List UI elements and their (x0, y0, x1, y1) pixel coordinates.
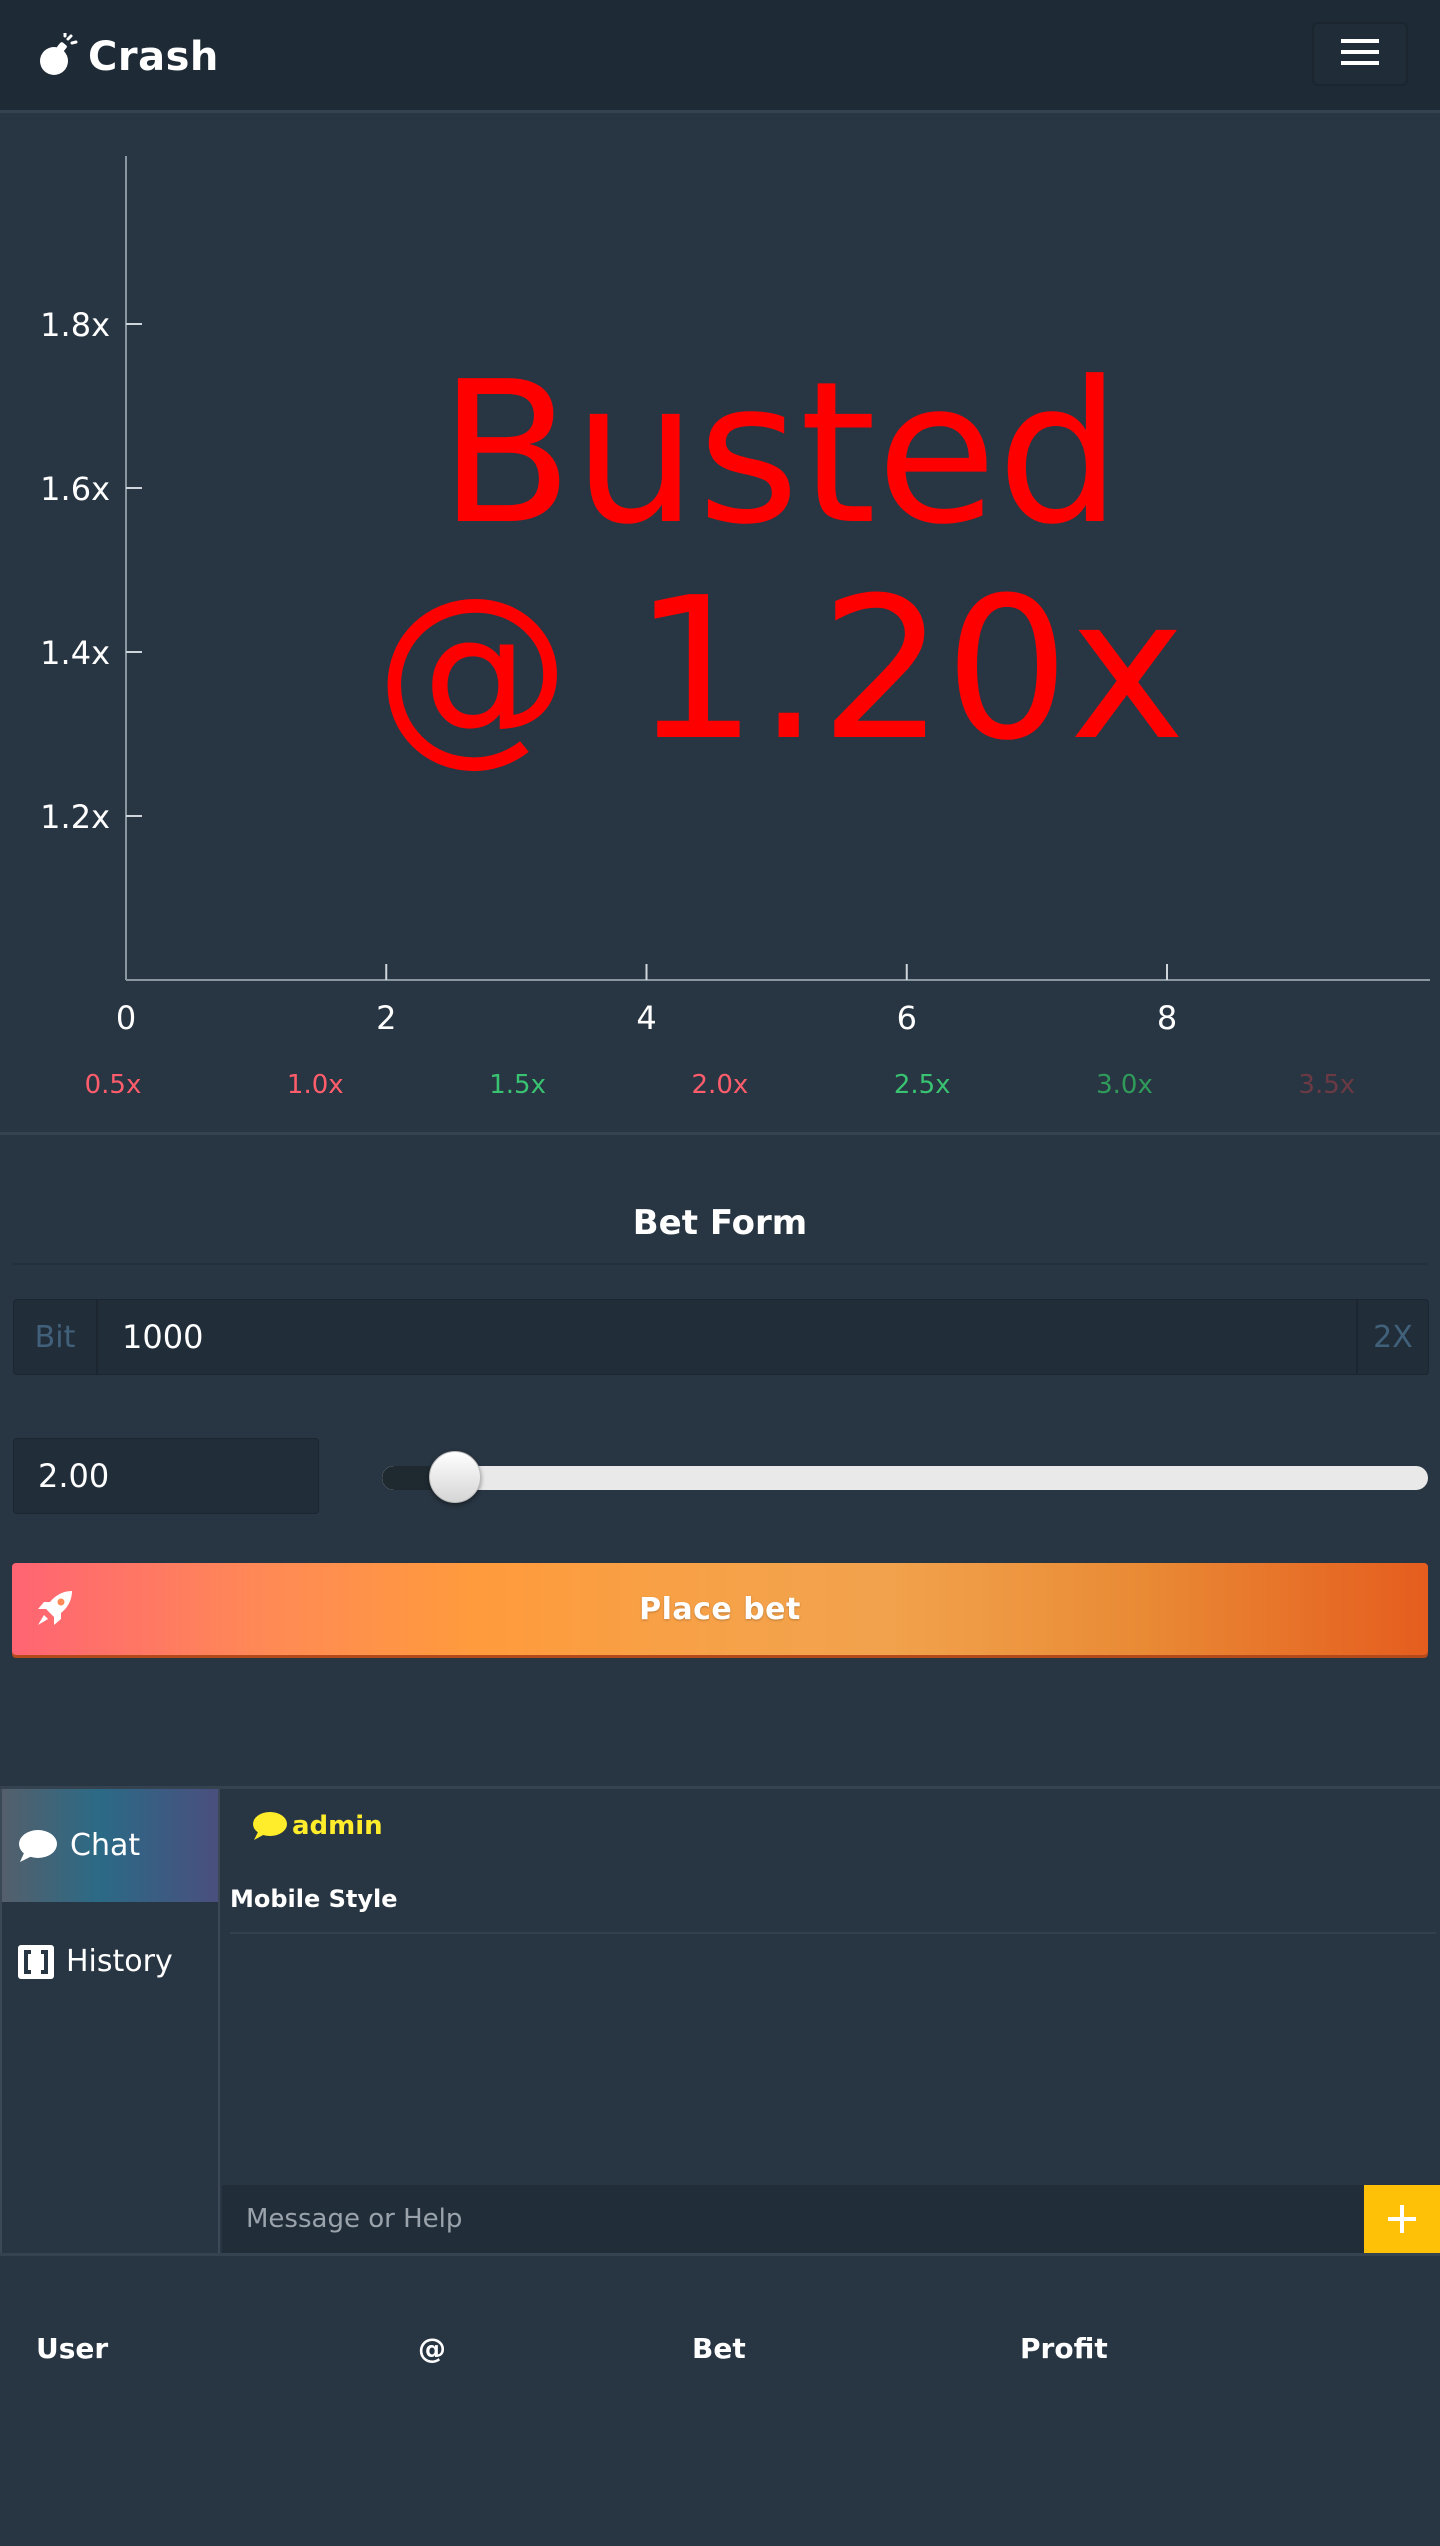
hamburger-menu-icon (1341, 38, 1379, 70)
busted-multiplier-text: @ 1.20x (375, 556, 1186, 784)
chat-username: admin (292, 1811, 383, 1841)
auto-cashout-input[interactable] (13, 1438, 319, 1514)
divider (0, 1132, 1440, 1135)
chat-bubble-icon (18, 1829, 58, 1863)
currency-label: Bit (14, 1300, 98, 1374)
column-header-profit: Profit (1020, 2332, 1108, 2365)
bet-amount-group: Bit 2X (13, 1299, 1429, 1375)
multiplier-slider-track[interactable] (382, 1466, 1428, 1490)
crash-chart: 1.8x 1.6x 1.4x 1.2x 0 2 4 6 8 Busted@ 1.20x (40, 156, 1430, 1037)
legend-item: 0.5x (84, 1070, 142, 1100)
plus-icon (1386, 2203, 1418, 2235)
legend-item: 3.0x (1096, 1070, 1153, 1100)
bet-form-title: Bet Form (13, 1183, 1427, 1265)
x-tick-label: 2 (376, 999, 396, 1037)
message-divider (230, 1932, 1436, 1934)
chat-area: admin Mobile Style (220, 1789, 1440, 2253)
x-tick-label: 0 (116, 999, 136, 1037)
legend-item: 3.5x (1298, 1070, 1356, 1100)
bracket-icon (18, 1944, 54, 1979)
menu-toggle-button[interactable] (1312, 22, 1408, 86)
legend-item: 1.5x (489, 1070, 546, 1100)
tab-chat-label: Chat (70, 1828, 141, 1863)
double-bet-button[interactable]: 2X (1356, 1300, 1428, 1374)
brand-title: Crash (88, 34, 219, 80)
tab-history[interactable]: History (2, 1905, 218, 2018)
send-message-button[interactable] (1364, 2185, 1440, 2253)
chat-message-text: Mobile Style (230, 1885, 398, 1913)
y-tick-label: 1.8x (40, 306, 110, 344)
bet-amount-input[interactable] (98, 1300, 1356, 1374)
chat-message-user: admin (252, 1811, 383, 1841)
column-header-at: @ (418, 2332, 446, 2365)
x-tick-label: 6 (897, 999, 917, 1037)
x-tick-label: 8 (1157, 999, 1177, 1037)
bomb-icon (38, 31, 78, 81)
x-tick-label: 4 (636, 999, 656, 1037)
place-bet-button[interactable]: Place bet (12, 1563, 1428, 1655)
place-bet-label: Place bet (639, 1591, 801, 1627)
navbar: Crash (0, 0, 1440, 113)
tab-history-label: History (66, 1944, 173, 1979)
chat-history-panel: Chat History admin Mobile Style (0, 1786, 1440, 2256)
y-tick-label: 1.4x (40, 634, 110, 672)
column-header-user: User (36, 2332, 109, 2365)
legend-item: 1.0x (286, 1070, 344, 1100)
chat-message-input[interactable] (222, 2185, 1364, 2253)
rocket-icon (34, 1589, 74, 1637)
legend-item: 2.5x (893, 1070, 951, 1100)
chat-bubble-icon (252, 1811, 288, 1841)
y-tick-label: 1.6x (40, 470, 110, 508)
panel-tabs: Chat History (0, 1789, 220, 2253)
brand-link[interactable]: Crash (38, 30, 219, 84)
y-tick-label: 1.2x (40, 798, 110, 836)
column-header-bet: Bet (692, 2332, 746, 2365)
tab-chat[interactable]: Chat (2, 1789, 218, 1902)
busted-status-text: Busted (439, 340, 1122, 568)
legend-item: 2.0x (691, 1070, 749, 1100)
multiplier-slider-handle[interactable] (429, 1451, 482, 1503)
